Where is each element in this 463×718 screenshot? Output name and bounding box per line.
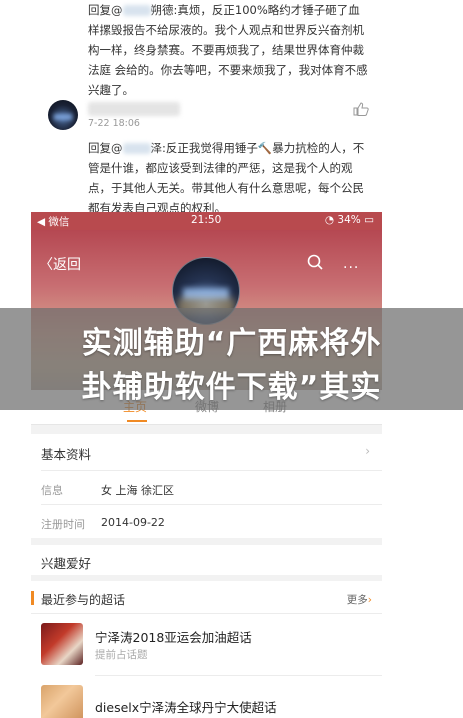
topic-subtitle: 提前占话题 bbox=[95, 649, 148, 661]
basic-info-card: 基本资料 › 信息 女 上海 徐汇区 注册时间 2014-09-22 bbox=[31, 434, 382, 538]
signal-icon: ◀ bbox=[37, 216, 49, 228]
topic-thumbnail bbox=[41, 685, 83, 718]
comment-first: 回复@ 朔德:真烦，反正100%略约才锤子砸了血样摞毁报告不给尿液的。我个人观点和… bbox=[88, 0, 370, 100]
back-button[interactable]: 〈返回 bbox=[39, 254, 81, 274]
divider bbox=[95, 675, 382, 676]
comment-handle-suffix: 朔德: bbox=[150, 3, 178, 17]
status-time: 21:50 bbox=[191, 214, 222, 226]
basic-info-title: 基本资料 bbox=[41, 447, 92, 462]
active-tab-indicator bbox=[127, 420, 147, 422]
comment-second: 回复@ 泽:反正我觉得用锤子🔨暴力抗检的人，不管是什谁，都应该受到法律的严惩，这是… bbox=[88, 138, 370, 218]
list-item[interactable]: dieselx宁泽涛全球丹宁大使超话 bbox=[31, 681, 382, 718]
divider bbox=[41, 470, 382, 471]
headline-banner: 实测辅助“广西麻将外 卦辅助软件下载”其实 bbox=[0, 308, 463, 410]
more-icon[interactable]: ··· bbox=[343, 260, 359, 276]
chevron-left-icon: 〈 bbox=[39, 257, 53, 273]
comment-reply-prefix: 回复@ bbox=[88, 141, 123, 155]
headline-line-2: 卦辅助软件下载”其实 bbox=[81, 370, 382, 405]
comment-handle-suffix: 泽: bbox=[150, 141, 166, 155]
wifi-icon: ◔ bbox=[324, 214, 338, 226]
super-topics-card: 最近参与的超话 更多› 宁泽涛2018亚运会加油超话 提前占话题 dieselx… bbox=[31, 581, 382, 718]
chevron-right-icon[interactable]: › bbox=[365, 444, 370, 458]
interests-card: 兴趣爱好 bbox=[31, 545, 382, 575]
headline-line-1: 实测辅助“广西麻将外 bbox=[81, 326, 382, 361]
section-accent-bar bbox=[31, 591, 34, 605]
register-value: 2014-09-22 bbox=[101, 516, 165, 529]
topic-title: 宁泽涛2018亚运会加油超话 bbox=[95, 630, 252, 645]
topic-thumbnail bbox=[41, 623, 83, 665]
divider bbox=[31, 613, 382, 614]
chevron-right-icon: › bbox=[367, 594, 372, 606]
battery-label: ◔ 34% ▭ bbox=[324, 214, 374, 226]
blurred-username bbox=[122, 143, 151, 154]
register-label: 注册时间 bbox=[41, 518, 85, 531]
super-topics-title: 最近参与的超话 bbox=[41, 593, 126, 607]
blurred-username bbox=[122, 5, 151, 16]
status-bar: ◀ 微信 21:50 ◔ 34% ▭ bbox=[31, 212, 382, 230]
list-item[interactable]: 宁泽涛2018亚运会加油超话 提前占话题 bbox=[31, 619, 382, 669]
blurred-commenter-name[interactable] bbox=[88, 102, 180, 116]
info-label: 信息 bbox=[41, 484, 63, 497]
commenter-avatar[interactable] bbox=[48, 100, 78, 130]
comment-text: 真烦，反正100%略约才锤子砸了血样摞毁报告不给尿液的。我个人观点和世界反兴奋剂… bbox=[88, 3, 368, 97]
comment-reply-prefix: 回复@ bbox=[88, 3, 123, 17]
profile-screenshot: ◀ 微信 21:50 ◔ 34% ▭ 〈返回 ··· 19 15 主页 微博 相… bbox=[31, 212, 382, 718]
carrier-label: ◀ 微信 bbox=[37, 216, 70, 228]
topic-title: dieselx宁泽涛全球丹宁大使超话 bbox=[95, 700, 277, 715]
divider bbox=[41, 504, 382, 505]
battery-icon: ▭ bbox=[360, 214, 374, 226]
comment-time: 7-22 18:06 bbox=[88, 118, 140, 129]
info-value: 女 上海 徐汇区 bbox=[101, 484, 174, 497]
thumbs-up-icon[interactable] bbox=[353, 102, 369, 116]
more-link[interactable]: 更多› bbox=[347, 592, 372, 607]
interests-title: 兴趣爱好 bbox=[41, 556, 92, 571]
search-icon[interactable] bbox=[307, 254, 323, 270]
